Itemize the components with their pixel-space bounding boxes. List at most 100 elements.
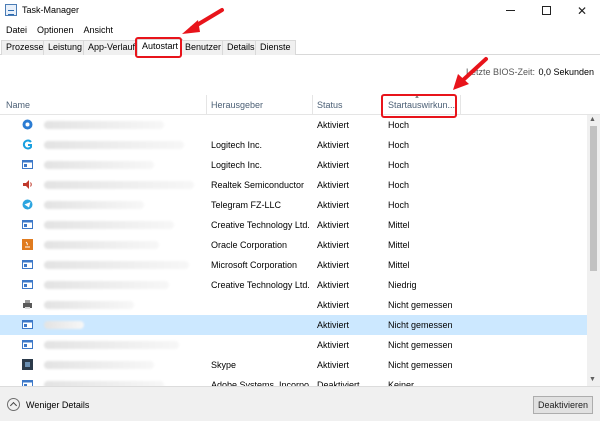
app-publisher: Oracle Corporation — [211, 240, 288, 250]
column-divider[interactable] — [460, 95, 461, 115]
scroll-down-icon[interactable]: ▼ — [589, 376, 596, 383]
blue-circle-icon — [22, 119, 33, 130]
app-status: Aktiviert — [317, 180, 350, 190]
java-icon — [22, 239, 33, 250]
app-name-blurred — [44, 241, 159, 249]
column-divider[interactable] — [206, 95, 207, 115]
app-status: Aktiviert — [317, 160, 350, 170]
minimize-icon — [505, 10, 515, 11]
maximize-icon — [541, 6, 551, 15]
column-divider[interactable] — [312, 95, 313, 115]
logitech-g-icon — [22, 139, 33, 150]
table-row[interactable]: Logitech Inc. Aktiviert Hoch — [0, 135, 587, 155]
app-startup-impact: Mittel — [388, 240, 410, 250]
close-button[interactable]: ✕ — [564, 0, 600, 21]
table-row[interactable]: Aktiviert Nicht gemessen — [0, 315, 587, 335]
printer-icon — [22, 299, 33, 310]
app-name-blurred — [44, 281, 169, 289]
app-name-blurred — [44, 201, 144, 209]
app-publisher: Logitech Inc. — [211, 140, 263, 150]
tab-benutzer[interactable]: Benutzer — [180, 40, 227, 55]
autostart-tab-highlight — [135, 37, 182, 58]
menu-bar: Datei Optionen Ansicht — [0, 21, 600, 38]
menu-datei[interactable]: Datei — [0, 25, 32, 35]
title-bar: Task-Manager ✕ — [0, 0, 600, 21]
app-name-blurred — [44, 161, 154, 169]
table-row[interactable]: Aktiviert Nicht gemessen — [0, 335, 587, 355]
app-status: Aktiviert — [317, 360, 350, 370]
app-startup-impact: Hoch — [388, 120, 410, 130]
table-row[interactable]: Microsoft Corporation Aktiviert Mittel — [0, 255, 587, 275]
menu-optionen[interactable]: Optionen — [32, 25, 79, 35]
app-name-blurred — [44, 181, 194, 189]
annotation-arrow-tab — [182, 8, 224, 34]
column-name[interactable]: Name — [6, 100, 30, 110]
window-title: Task-Manager — [22, 5, 80, 15]
app-name-blurred — [44, 121, 164, 129]
table-row[interactable]: Skype Aktiviert Nicht gemessen — [0, 355, 587, 375]
table-row[interactable]: Adobe Systems, Incorpo... Deaktiviert Kein… — [0, 375, 587, 386]
table-row[interactable]: Creative Technology Ltd. Aktiviert Niedrig — [0, 275, 587, 295]
footer-bar: Weniger Details Deaktivieren — [0, 386, 600, 421]
table-row[interactable]: Aktiviert Nicht gemessen — [0, 295, 587, 315]
tab-leistung[interactable]: Leistung — [43, 40, 88, 55]
maximize-button[interactable] — [528, 0, 564, 21]
app-status: Aktiviert — [317, 140, 350, 150]
app-startup-impact: Mittel — [388, 260, 410, 270]
tab-app-verlauf[interactable]: App-Verlauf — [83, 40, 141, 55]
column-header-row: Name Herausgeber Status Startauswirkun..… — [0, 95, 600, 115]
app-name-blurred — [44, 261, 189, 269]
app-window-icon — [22, 159, 33, 170]
tab-prozesse[interactable]: Prozesse — [1, 40, 49, 55]
task-manager-icon — [5, 4, 17, 16]
table-row[interactable]: Oracle Corporation Aktiviert Mittel — [0, 235, 587, 255]
app-name-blurred — [44, 361, 154, 369]
app-status: Aktiviert — [317, 200, 350, 210]
column-status[interactable]: Status — [317, 100, 343, 110]
startup-app-list: Aktiviert Hoch Logitech Inc. Aktiviert Hoch L… — [0, 115, 587, 386]
minimize-button[interactable] — [492, 0, 528, 21]
app-name-blurred — [44, 221, 174, 229]
app-status: Aktiviert — [317, 120, 350, 130]
annotation-arrow-column — [453, 57, 488, 90]
app-window-icon — [22, 379, 33, 386]
chevron-up-icon[interactable] — [7, 398, 20, 411]
scrollbar-thumb[interactable] — [590, 126, 597, 271]
table-row[interactable]: Telegram FZ-LLC Aktiviert Hoch — [0, 195, 587, 215]
table-row[interactable]: Creative Technology Ltd. Aktiviert Mittel — [0, 215, 587, 235]
app-status: Aktiviert — [317, 300, 350, 310]
app-publisher: Microsoft Corporation — [211, 260, 298, 270]
vertical-scrollbar[interactable]: ▲ ▼ — [587, 115, 600, 386]
app-status: Aktiviert — [317, 260, 350, 270]
tab-details[interactable]: Details — [222, 40, 260, 55]
close-icon: ✕ — [576, 3, 588, 18]
column-publisher[interactable]: Herausgeber — [211, 100, 263, 110]
fewer-details-link[interactable]: Weniger Details — [26, 400, 89, 410]
app-publisher: Logitech Inc. — [211, 160, 263, 170]
app-startup-impact: Nicht gemessen — [388, 340, 453, 350]
bios-time-value: 0,0 Sekunden — [538, 67, 594, 77]
tab-bar: Prozesse Leistung App-Verlauf Autostart … — [0, 38, 600, 55]
deactivate-button[interactable]: Deaktivieren — [533, 396, 593, 414]
scroll-up-icon[interactable]: ▲ — [589, 116, 596, 123]
app-name-blurred — [44, 341, 179, 349]
app-name-blurred — [44, 141, 184, 149]
table-row[interactable]: Aktiviert Hoch — [0, 115, 587, 135]
menu-ansicht[interactable]: Ansicht — [79, 25, 119, 35]
app-status: Aktiviert — [317, 240, 350, 250]
app-startup-impact: Niedrig — [388, 280, 417, 290]
tab-dienste[interactable]: Dienste — [255, 40, 296, 55]
app-publisher: Telegram FZ-LLC — [211, 200, 282, 210]
table-row[interactable]: Realtek Semiconductor Aktiviert Hoch — [0, 175, 587, 195]
app-status: Aktiviert — [317, 320, 350, 330]
app-publisher: Skype — [211, 360, 237, 370]
app-startup-impact: Hoch — [388, 200, 410, 210]
app-startup-impact: Nicht gemessen — [388, 300, 453, 310]
app-publisher: Realtek Semiconductor — [211, 180, 305, 190]
app-startup-impact: Hoch — [388, 140, 410, 150]
dark-square-icon — [22, 359, 33, 370]
app-startup-impact: Hoch — [388, 160, 410, 170]
app-status: Aktiviert — [317, 280, 350, 290]
app-startup-impact: Hoch — [388, 180, 410, 190]
table-row[interactable]: Logitech Inc. Aktiviert Hoch — [0, 155, 587, 175]
